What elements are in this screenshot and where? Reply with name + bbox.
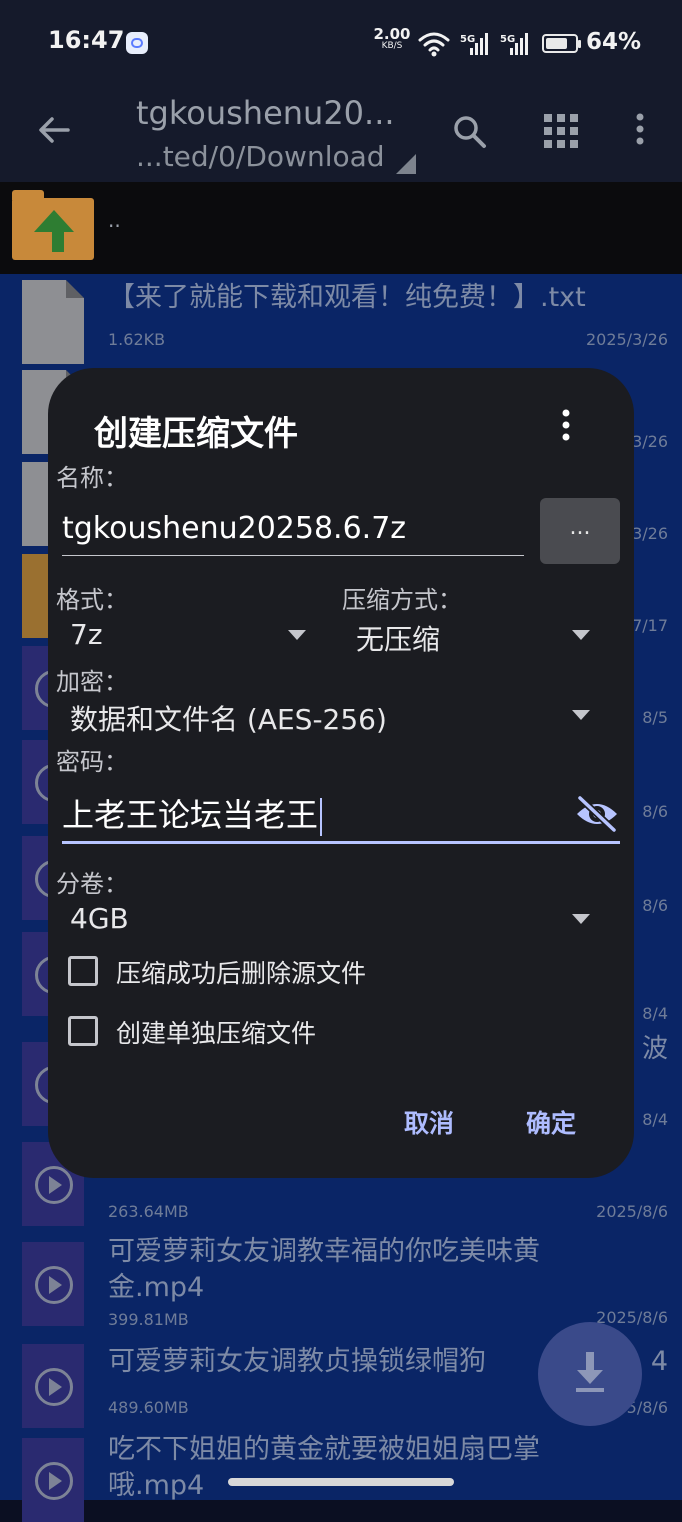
more-vert-icon[interactable] <box>630 112 650 148</box>
separate-archives-checkbox-label: 创建单独压缩文件 <box>116 1019 317 1048</box>
signal-icons: 5G 5G <box>418 32 528 57</box>
name-label: 名称： <box>56 464 128 492</box>
password-text: 上老王论坛当老王 <box>62 796 319 834</box>
file-name-line-1: 吃不下姐姐的黄金就要被姐姐扇巴掌 <box>108 1434 540 1465</box>
parent-directory-label: .. <box>108 208 121 232</box>
file-name: 可爱萝莉女友调教贞操锁绿帽狗 <box>108 1346 486 1377</box>
signal-2-label: 5G <box>500 34 515 45</box>
compression-method-label: 压缩方式： <box>342 586 462 614</box>
split-volume-select[interactable]: 4GB <box>70 902 129 935</box>
encryption-select[interactable]: 数据和文件名 (AES-256) <box>70 698 387 738</box>
cancel-button[interactable]: 取消 <box>404 1104 454 1140</box>
file-date: 2025/3/26 <box>585 330 668 349</box>
status-bar: 16:47 2.00 KB/S 5G 5G 64% <box>0 0 682 86</box>
text-cursor <box>320 798 323 836</box>
compression-method-select[interactable]: 无压缩 <box>356 618 440 658</box>
file-name-line-2: 哦.mp4 <box>108 1470 205 1501</box>
file-date: 2025/8/6 <box>596 1202 668 1221</box>
battery-cap <box>578 40 581 48</box>
text-file-icon <box>22 280 84 364</box>
file-name: 【来了就能下载和观看！纯免费！】.txt <box>108 282 586 313</box>
encryption-label: 加密： <box>56 668 128 696</box>
play-icon <box>35 1462 73 1500</box>
play-icon <box>35 1368 73 1406</box>
delete-source-checkbox[interactable] <box>68 956 98 986</box>
browse-button[interactable]: ... <box>540 498 620 564</box>
split-label: 分卷： <box>56 870 128 898</box>
file-name-fragment: 4 <box>650 1346 668 1377</box>
play-icon <box>35 1166 73 1204</box>
video-file-icon <box>22 1344 84 1428</box>
app-toolbar: tgkoushenu20... ...ted/0/Download <box>0 86 682 182</box>
ok-button[interactable]: 确定 <box>526 1104 576 1140</box>
battery-percent: 64% <box>586 29 642 55</box>
visibility-off-icon[interactable] <box>574 794 620 834</box>
file-size: 399.81MB <box>108 1310 189 1329</box>
file-date: 8/5 <box>642 708 668 727</box>
network-speed: 2.00 KB/S <box>372 25 412 52</box>
grid-view-icon[interactable] <box>544 114 578 148</box>
parent-directory-row[interactable]: .. <box>0 182 682 274</box>
video-file-icon <box>22 1242 84 1326</box>
file-date: 8/4 <box>642 1110 668 1129</box>
download-icon <box>577 1370 603 1384</box>
play-icon <box>35 1266 73 1304</box>
file-size: 489.60MB <box>108 1398 189 1417</box>
battery-icon <box>542 34 578 53</box>
format-dropdown-icon[interactable] <box>288 630 306 640</box>
toolbar-title[interactable]: tgkoushenu20... <box>136 94 395 132</box>
download-icon-bar <box>576 1388 604 1392</box>
file-date: 8/6 <box>642 896 668 915</box>
archive-name-input[interactable]: tgkoushenu20258.6.7z <box>62 498 524 556</box>
status-time: 16:47 <box>48 26 125 54</box>
format-label: 格式： <box>56 586 128 614</box>
wifi-icon <box>418 32 450 52</box>
compression-dropdown-icon[interactable] <box>572 630 590 640</box>
folder-up-icon <box>12 190 94 260</box>
video-file-icon <box>22 1438 84 1522</box>
password-label: 密码： <box>56 748 128 776</box>
file-date: 8/6 <box>642 802 668 821</box>
separate-archives-checkbox[interactable] <box>68 1016 98 1046</box>
more-vert-icon[interactable] <box>556 408 576 444</box>
split-dropdown-icon[interactable] <box>572 914 590 924</box>
network-speed-value: 2.00 <box>373 25 411 43</box>
download-fab-button[interactable] <box>538 1322 642 1426</box>
signal-1-label: 5G <box>460 34 475 45</box>
home-indicator[interactable] <box>228 1478 454 1486</box>
list-item[interactable]: 吃不下姐姐的黄金就要被姐姐扇巴掌 哦.mp4 <box>0 1432 682 1522</box>
toolbar-path[interactable]: ...ted/0/Download <box>136 140 385 173</box>
back-arrow-icon[interactable] <box>34 110 74 150</box>
download-icon-stem <box>586 1352 594 1372</box>
file-name-line-2: 金.mp4 <box>108 1272 205 1303</box>
file-size: 1.62KB <box>108 330 166 349</box>
file-size: 263.64MB <box>108 1202 189 1221</box>
file-date: 3/26 <box>632 524 668 543</box>
path-dropdown-icon[interactable] <box>396 154 416 174</box>
wifi-dot <box>431 51 437 57</box>
search-icon[interactable] <box>450 112 490 152</box>
format-select[interactable]: 7z <box>70 618 103 651</box>
file-date: 7/17 <box>632 616 668 635</box>
encryption-dropdown-icon[interactable] <box>572 710 590 720</box>
file-name-line-1: 可爱萝莉女友调教幸福的你吃美味黄 <box>108 1236 540 1267</box>
list-item[interactable]: 【来了就能下载和观看！纯免费！】.txt 1.62KB 2025/3/26 <box>0 274 682 366</box>
delete-source-checkbox-label: 压缩成功后删除源文件 <box>116 959 367 988</box>
file-name-fragment: 波 <box>641 1034 668 1064</box>
dialog-title: 创建压缩文件 <box>94 414 298 454</box>
file-date: 3/26 <box>632 432 668 451</box>
app-notification-icon <box>126 32 148 54</box>
create-archive-dialog: 创建压缩文件 名称： tgkoushenu20258.6.7z ... 格式： … <box>48 368 634 1178</box>
password-input[interactable]: 上老王论坛当老王 <box>62 780 620 844</box>
